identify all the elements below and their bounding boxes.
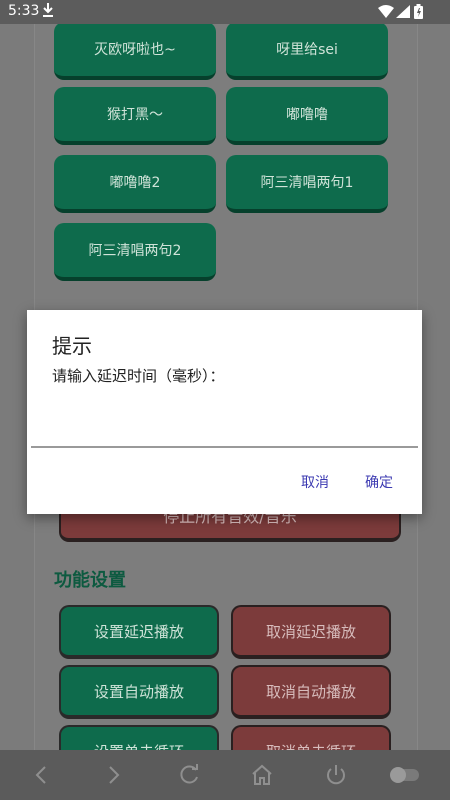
set-delay-button[interactable]: 设置延迟播放 <box>59 605 219 659</box>
sound-button[interactable]: 嘟噜噜 <box>226 87 388 145</box>
set-click-loop-button[interactable]: 设置单击循环 <box>59 725 219 750</box>
battery-icon <box>414 4 423 19</box>
dialog-confirm-button[interactable]: 确定 <box>365 472 393 492</box>
delay-input-dialog: 提示 请输入延迟时间（毫秒）： 取消 确定 <box>27 310 422 514</box>
power-icon[interactable] <box>324 763 348 787</box>
refresh-icon[interactable] <box>177 763 201 787</box>
download-icon <box>43 3 53 17</box>
sound-button[interactable]: 阿三清唱两句1 <box>226 155 388 213</box>
cancel-delay-button[interactable]: 取消延迟播放 <box>231 605 391 659</box>
navigation-bar <box>0 750 450 800</box>
dialog-title: 提示 <box>52 334 92 358</box>
status-time: 5:33 <box>8 3 40 19</box>
set-autoplay-button[interactable]: 设置自动播放 <box>59 665 219 719</box>
back-icon[interactable] <box>33 763 49 787</box>
sound-button[interactable]: 猴打黑～ <box>54 87 216 145</box>
wifi-icon <box>378 5 394 18</box>
dialog-cancel-button[interactable]: 取消 <box>301 472 329 492</box>
status-bar: 5:33 <box>0 0 450 24</box>
sound-button[interactable]: 呀里给sei <box>226 24 388 80</box>
signal-icon <box>396 5 410 18</box>
cancel-click-loop-button[interactable]: 取消单击循环 <box>231 725 391 750</box>
sound-button[interactable]: 嘟噜噜2 <box>54 155 216 213</box>
sound-button[interactable]: 灭欧呀啦也~ <box>54 24 216 80</box>
home-icon[interactable] <box>250 763 274 787</box>
sound-button[interactable]: 阿三清唱两句2 <box>54 223 216 281</box>
delay-input[interactable] <box>31 410 418 448</box>
section-title-function-settings: 功能设置 <box>54 570 126 591</box>
forward-icon[interactable] <box>106 763 122 787</box>
toggle-icon[interactable] <box>389 766 421 784</box>
dialog-message: 请输入延迟时间（毫秒）： <box>52 367 225 385</box>
cancel-autoplay-button[interactable]: 取消自动播放 <box>231 665 391 719</box>
